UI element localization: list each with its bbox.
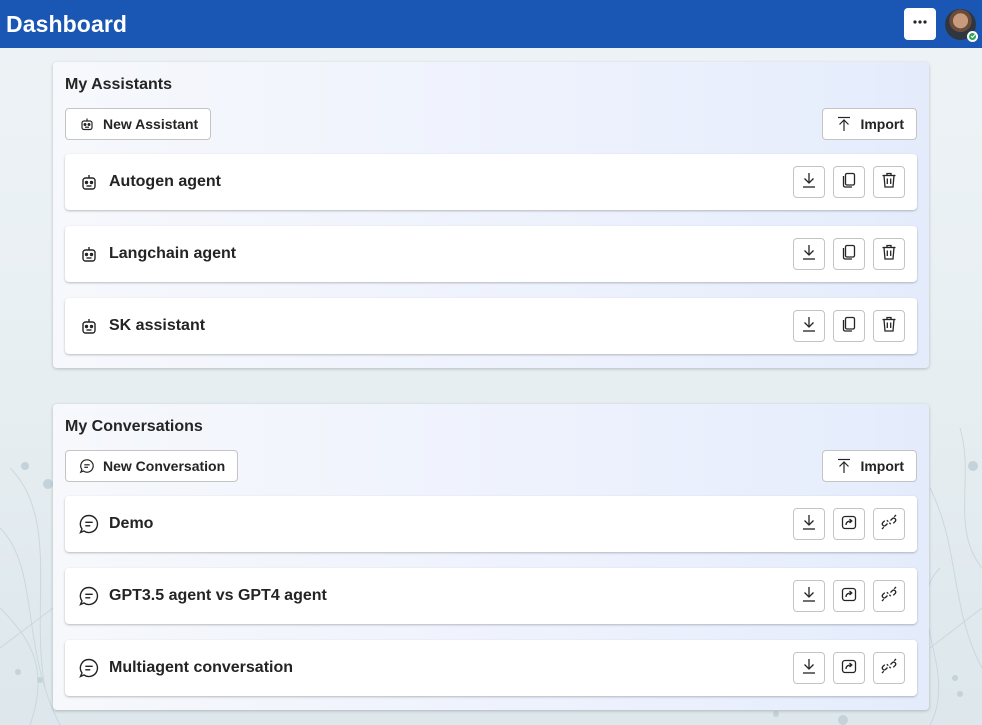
item-actions	[793, 580, 917, 612]
delete-icon	[880, 243, 898, 266]
more-options-button[interactable]	[904, 8, 936, 40]
upload-icon	[836, 116, 852, 132]
plug-disconnected-icon	[880, 513, 898, 536]
item-actions	[793, 166, 917, 198]
bot-icon	[78, 171, 100, 193]
item-actions	[793, 508, 917, 540]
bot-icon	[79, 116, 95, 132]
download-icon	[800, 513, 818, 536]
chat-icon	[78, 513, 100, 535]
assistant-list-item[interactable]: Langchain agent	[65, 226, 917, 282]
delete-icon	[880, 171, 898, 194]
share-icon	[840, 585, 858, 608]
assistant-name: SK assistant	[109, 317, 206, 334]
chat-icon	[79, 458, 95, 474]
download-icon	[800, 315, 818, 338]
new-assistant-button[interactable]: New Assistant	[65, 108, 212, 140]
user-avatar[interactable]	[945, 8, 978, 42]
download-button[interactable]	[793, 580, 825, 612]
new-assistant-label: New Assistant	[103, 116, 199, 132]
import-conversation-button[interactable]: Import	[822, 450, 917, 482]
copy-button[interactable]	[833, 310, 865, 342]
share-button[interactable]	[833, 508, 865, 540]
import-label: Import	[860, 458, 904, 474]
new-conversation-button[interactable]: New Conversation	[65, 450, 239, 482]
disconnect-button[interactable]	[873, 508, 905, 540]
copy-icon	[840, 243, 858, 266]
download-button[interactable]	[793, 238, 825, 270]
assistants-section: My Assistants New Assistant Import Autog…	[53, 62, 929, 368]
download-icon	[800, 243, 818, 266]
share-icon	[840, 657, 858, 680]
more-horizontal-icon	[912, 14, 928, 35]
conversation-name: Demo	[109, 515, 154, 532]
delete-button[interactable]	[873, 238, 905, 270]
download-icon	[800, 585, 818, 608]
assistant-list-item[interactable]: Autogen agent	[65, 154, 917, 210]
delete-button[interactable]	[873, 166, 905, 198]
page-title: Dashboard	[6, 10, 128, 37]
assistant-name: Langchain agent	[109, 245, 237, 262]
download-button[interactable]	[793, 652, 825, 684]
plug-disconnected-icon	[880, 585, 898, 608]
item-actions	[793, 238, 917, 270]
chat-icon	[78, 657, 100, 679]
conversation-list-item[interactable]: Demo	[65, 496, 917, 552]
assistant-name: Autogen agent	[109, 173, 221, 190]
download-icon	[800, 171, 818, 194]
delete-icon	[880, 315, 898, 338]
copy-icon	[840, 171, 858, 194]
import-assistant-button[interactable]: Import	[822, 108, 917, 140]
conversations-section: My Conversations New Conversation Import…	[53, 404, 929, 710]
share-button[interactable]	[833, 580, 865, 612]
bot-icon	[78, 243, 100, 265]
item-actions	[793, 310, 917, 342]
new-conversation-label: New Conversation	[103, 458, 226, 474]
top-bar: Dashboard	[0, 0, 982, 48]
download-button[interactable]	[793, 166, 825, 198]
disconnect-button[interactable]	[873, 580, 905, 612]
download-icon	[800, 657, 818, 680]
presence-available-icon	[967, 30, 978, 42]
share-button[interactable]	[833, 652, 865, 684]
delete-button[interactable]	[873, 310, 905, 342]
item-actions	[793, 652, 917, 684]
share-icon	[840, 513, 858, 536]
bot-icon	[78, 315, 100, 337]
download-button[interactable]	[793, 310, 825, 342]
conversation-list-item[interactable]: GPT3.5 agent vs GPT4 agent	[65, 568, 917, 624]
section-title: My Assistants	[65, 76, 172, 93]
copy-button[interactable]	[833, 166, 865, 198]
chat-icon	[78, 585, 100, 607]
upload-icon	[836, 458, 852, 474]
conversation-name: Multiagent conversation	[109, 659, 294, 676]
import-label: Import	[860, 116, 904, 132]
section-title: My Conversations	[65, 418, 203, 435]
assistant-list-item[interactable]: SK assistant	[65, 298, 917, 354]
download-button[interactable]	[793, 508, 825, 540]
conversation-name: GPT3.5 agent vs GPT4 agent	[109, 587, 327, 604]
conversation-list-item[interactable]: Multiagent conversation	[65, 640, 917, 696]
copy-button[interactable]	[833, 238, 865, 270]
header-actions	[904, 8, 978, 42]
plug-disconnected-icon	[880, 657, 898, 680]
disconnect-button[interactable]	[873, 652, 905, 684]
copy-icon	[840, 315, 858, 338]
